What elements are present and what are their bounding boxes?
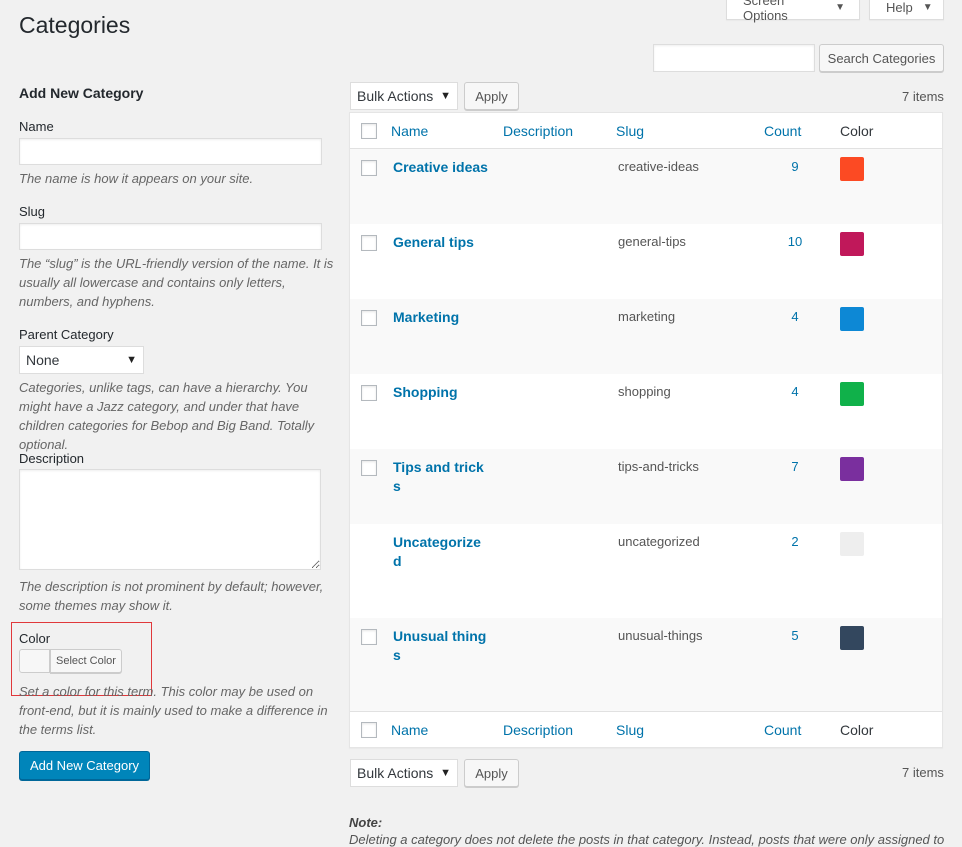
- column-color-footer: Color: [840, 722, 874, 738]
- column-slug[interactable]: Slug: [616, 123, 644, 139]
- table-row: Tips and tricks tips-and-tricks 7: [350, 449, 942, 524]
- help-label: Help: [886, 0, 913, 15]
- category-name-link[interactable]: Uncategorized: [393, 533, 488, 571]
- category-name-link[interactable]: Shopping: [393, 383, 488, 402]
- search-input[interactable]: [653, 44, 815, 72]
- column-slug-footer[interactable]: Slug: [616, 722, 644, 738]
- category-slug: shopping: [618, 384, 671, 399]
- category-slug: marketing: [618, 309, 676, 324]
- form-heading: Add New Category: [19, 85, 144, 101]
- caret-down-icon: ▼: [922, 2, 933, 13]
- screen-options-button[interactable]: Screen Options ▼: [726, 0, 860, 23]
- category-color-swatch: [840, 157, 864, 181]
- caret-down-icon: ▼: [835, 2, 845, 13]
- table-footer: Name Description Slug Count Color: [350, 711, 942, 747]
- select-all-checkbox[interactable]: [361, 123, 377, 139]
- row-checkbox[interactable]: [361, 310, 377, 326]
- bulk-actions-select-bottom[interactable]: Bulk Actions ▼: [350, 759, 458, 787]
- bulk-actions-label: Bulk Actions: [357, 765, 434, 781]
- parent-category-select[interactable]: None ▼: [19, 346, 144, 374]
- category-count-link[interactable]: 4: [770, 309, 820, 324]
- category-count-link[interactable]: 5: [770, 628, 820, 643]
- select-all-checkbox-bottom[interactable]: [361, 722, 377, 738]
- category-count-link[interactable]: 2: [770, 534, 820, 549]
- caret-down-icon: ▼: [440, 90, 451, 102]
- description-help: The description is not prominent by defa…: [19, 579, 324, 613]
- page-title: Categories: [19, 12, 131, 38]
- items-count-top: 7 items: [902, 89, 944, 104]
- select-color-button[interactable]: Select Color: [50, 649, 122, 673]
- note-title: Note:: [349, 815, 383, 830]
- category-color-swatch: [840, 532, 864, 556]
- category-color-swatch: [840, 626, 864, 650]
- parent-category-label: Parent Category: [19, 327, 114, 342]
- caret-down-icon: ▼: [126, 354, 137, 366]
- category-count-link[interactable]: 7: [770, 459, 820, 474]
- column-count-footer[interactable]: Count: [764, 722, 801, 738]
- row-checkbox[interactable]: [361, 460, 377, 476]
- category-color-swatch: [840, 307, 864, 331]
- row-checkbox[interactable]: [361, 629, 377, 645]
- table-row: Uncategorized uncategorized 2: [350, 524, 942, 618]
- category-count-link[interactable]: 4: [770, 384, 820, 399]
- color-preview-swatch[interactable]: [19, 649, 50, 673]
- name-help: The name is how it appears on your site.: [19, 171, 254, 186]
- table-row: Marketing marketing 4: [350, 299, 942, 374]
- slug-help: The “slug” is the URL-friendly version o…: [19, 256, 334, 309]
- category-slug: general-tips: [618, 234, 686, 249]
- column-color: Color: [840, 123, 874, 139]
- table-row: General tips general-tips 10: [350, 224, 942, 299]
- name-label: Name: [19, 119, 54, 134]
- column-count[interactable]: Count: [764, 123, 801, 139]
- caret-down-icon: ▼: [440, 767, 451, 779]
- slug-label: Slug: [19, 204, 46, 219]
- column-name[interactable]: Name: [391, 123, 428, 139]
- color-help: Set a color for this term. This color ma…: [19, 684, 328, 737]
- apply-button-top[interactable]: Apply: [464, 82, 519, 110]
- category-color-swatch: [840, 382, 864, 406]
- category-color-swatch: [840, 232, 864, 256]
- category-name-link[interactable]: Marketing: [393, 308, 488, 327]
- table-header: Name Description Slug Count Color: [350, 113, 942, 149]
- bulk-actions-select-top[interactable]: Bulk Actions ▼: [350, 82, 458, 110]
- column-name-footer[interactable]: Name: [391, 722, 428, 738]
- row-checkbox[interactable]: [361, 385, 377, 401]
- description-label: Description: [19, 451, 85, 466]
- parent-category-value: None: [26, 352, 60, 368]
- categories-table: Name Description Slug Count Color Creati…: [349, 112, 943, 748]
- category-name-link[interactable]: Unusual things: [393, 627, 488, 665]
- table-row: Shopping shopping 4: [350, 374, 942, 449]
- name-field[interactable]: [19, 138, 322, 165]
- column-description-footer[interactable]: Description: [503, 722, 573, 738]
- category-slug: uncategorized: [618, 534, 700, 549]
- column-description[interactable]: Description: [503, 123, 573, 139]
- row-checkbox[interactable]: [361, 235, 377, 251]
- slug-field[interactable]: [19, 223, 322, 250]
- add-new-category-button[interactable]: Add New Category: [19, 751, 150, 780]
- table-row: Creative ideas creative-ideas 9: [350, 149, 942, 224]
- help-button[interactable]: Help ▼: [869, 0, 944, 20]
- note-text: Deleting a category does not delete the …: [349, 832, 945, 847]
- search-categories-button[interactable]: Search Categories: [819, 44, 944, 72]
- category-name-link[interactable]: General tips: [393, 233, 488, 252]
- description-field[interactable]: [19, 469, 321, 570]
- category-name-link[interactable]: Creative ideas: [393, 158, 488, 177]
- category-color-swatch: [840, 457, 864, 481]
- items-count-bottom: 7 items: [902, 765, 944, 780]
- row-checkbox[interactable]: [361, 160, 377, 176]
- parent-category-help: Categories, unlike tags, can have a hier…: [19, 380, 315, 452]
- category-slug: tips-and-tricks: [618, 459, 699, 474]
- category-slug: unusual-things: [618, 628, 703, 643]
- color-label: Color: [19, 631, 51, 646]
- bulk-actions-label: Bulk Actions: [357, 88, 434, 104]
- apply-button-bottom[interactable]: Apply: [464, 759, 519, 787]
- category-count-link[interactable]: 10: [770, 234, 820, 249]
- screen-options-label: Screen Options: [743, 0, 788, 23]
- table-row: Unusual things unusual-things 5: [350, 618, 942, 712]
- category-count-link[interactable]: 9: [770, 159, 820, 174]
- category-slug: creative-ideas: [618, 159, 699, 174]
- category-name-link[interactable]: Tips and tricks: [393, 458, 488, 496]
